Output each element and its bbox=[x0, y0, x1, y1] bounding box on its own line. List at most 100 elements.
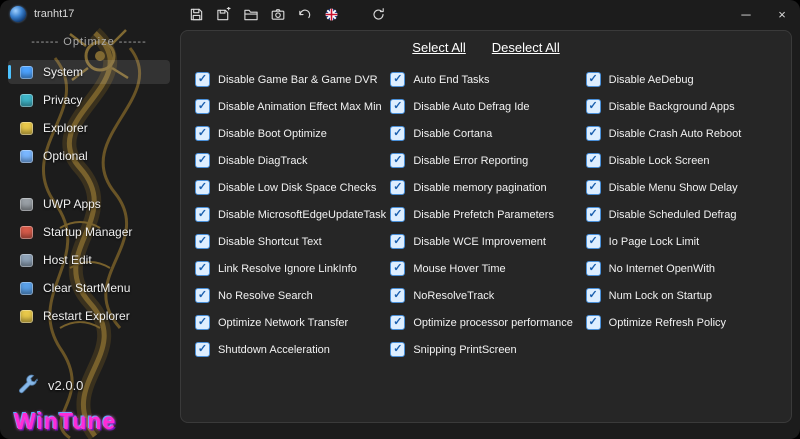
checkbox-checked[interactable]: ✓ bbox=[585, 99, 601, 114]
refresh-button[interactable] bbox=[365, 0, 392, 28]
checkbox-column-2: ✓ Auto End Tasks ✓ Disable Auto Defrag Ide ✓… bbox=[390, 72, 585, 357]
checkbox-label: No Resolve Search bbox=[218, 289, 313, 302]
checkbox-item[interactable]: ✓ Disable MicrosoftEdgeUpdateTask bbox=[195, 207, 390, 222]
deselect-all-link[interactable]: Deselect All bbox=[492, 40, 560, 55]
checkbox-checked[interactable]: ✓ bbox=[585, 180, 601, 195]
checkbox-item[interactable]: ✓ Io Page Lock Limit bbox=[585, 234, 781, 249]
sidebar-item-restart-explorer[interactable]: Restart Explorer bbox=[8, 304, 170, 328]
checkbox-checked[interactable]: ✓ bbox=[390, 288, 406, 303]
checkbox-label: Optimize Network Transfer bbox=[218, 316, 349, 329]
checkbox-item[interactable]: ✓ Disable Crash Auto Reboot bbox=[585, 126, 781, 141]
checkbox-checked[interactable]: ✓ bbox=[195, 342, 210, 357]
close-button[interactable]: × bbox=[764, 0, 800, 28]
checkbox-checked[interactable]: ✓ bbox=[390, 180, 406, 195]
checkbox-checked[interactable]: ✓ bbox=[195, 288, 210, 303]
window-controls: ─ × bbox=[728, 0, 800, 28]
system-monitor-icon bbox=[20, 65, 33, 79]
sidebar-item-label: Explorer bbox=[43, 121, 88, 135]
checkbox-item[interactable]: ✓ Disable Auto Defrag Ide bbox=[390, 99, 585, 114]
user-avatar bbox=[10, 6, 26, 22]
checkbox-item[interactable]: ✓ Disable DiagTrack bbox=[195, 153, 390, 168]
checkbox-checked[interactable]: ✓ bbox=[585, 261, 601, 276]
checkbox-checked[interactable]: ✓ bbox=[195, 72, 210, 87]
checkbox-checked[interactable]: ✓ bbox=[585, 288, 601, 303]
checkbox-checked[interactable]: ✓ bbox=[585, 207, 601, 222]
checkbox-checked[interactable]: ✓ bbox=[390, 153, 406, 168]
checkbox-item[interactable]: ✓ Disable Boot Optimize bbox=[195, 126, 390, 141]
checkbox-item[interactable]: ✓ No Resolve Search bbox=[195, 288, 390, 303]
checkbox-checked[interactable]: ✓ bbox=[195, 99, 210, 114]
checkbox-checked[interactable]: ✓ bbox=[585, 234, 601, 249]
select-all-link[interactable]: Select All bbox=[412, 40, 465, 55]
checkbox-checked[interactable]: ✓ bbox=[195, 261, 210, 276]
checkbox-checked[interactable]: ✓ bbox=[390, 72, 406, 87]
checkbox-item[interactable]: ✓ Disable Lock Screen bbox=[585, 153, 781, 168]
save-as-icon bbox=[216, 6, 231, 22]
save-as-button[interactable] bbox=[210, 0, 237, 28]
sidebar-item-uwp-apps[interactable]: UWP Apps bbox=[8, 192, 170, 216]
checkbox-item[interactable]: ✓ Disable Prefetch Parameters bbox=[390, 207, 585, 222]
checkbox-checked[interactable]: ✓ bbox=[195, 315, 210, 330]
checkbox-checked[interactable]: ✓ bbox=[390, 261, 406, 276]
checkbox-item[interactable]: ✓ Disable Game Bar & Game DVR bbox=[195, 72, 390, 87]
checkbox-item[interactable]: ✓ Mouse Hover Time bbox=[390, 261, 585, 276]
sidebar-item-host-edit[interactable]: Host Edit bbox=[8, 248, 170, 272]
checkbox-item[interactable]: ✓ NoResolveTrack bbox=[390, 288, 585, 303]
sidebar-item-optional[interactable]: Optional bbox=[8, 144, 170, 168]
main-panel: Select All Deselect All ✓ Disable Game Ba… bbox=[180, 30, 792, 423]
sidebar-item-startup-manager[interactable]: Startup Manager bbox=[8, 220, 170, 244]
checkbox-checked[interactable]: ✓ bbox=[390, 207, 406, 222]
checkbox-item[interactable]: ✓ Auto End Tasks bbox=[390, 72, 585, 87]
checkbox-item[interactable]: ✓ Disable Shortcut Text bbox=[195, 234, 390, 249]
checkbox-item[interactable]: ✓ Optimize Refresh Policy bbox=[585, 315, 781, 330]
checkbox-item[interactable]: ✓ Disable Cortana bbox=[390, 126, 585, 141]
checkbox-item[interactable]: ✓ Disable Scheduled Defrag bbox=[585, 207, 781, 222]
checkbox-item[interactable]: ✓ Optimize processor performance bbox=[390, 315, 585, 330]
checkbox-checked[interactable]: ✓ bbox=[585, 153, 601, 168]
undo-button[interactable] bbox=[291, 0, 318, 28]
sidebar-item-system[interactable]: System bbox=[8, 60, 170, 84]
sidebar-item-label: Startup Manager bbox=[43, 225, 133, 239]
sidebar-item-privacy[interactable]: Privacy bbox=[8, 88, 170, 112]
checkbox-checked[interactable]: ✓ bbox=[195, 207, 210, 222]
checkbox-item[interactable]: ✓ Num Lock on Startup bbox=[585, 288, 781, 303]
checkbox-item[interactable]: ✓ Disable AeDebug bbox=[585, 72, 781, 87]
checkbox-label: Disable Crash Auto Reboot bbox=[608, 127, 742, 140]
open-folder-icon bbox=[243, 7, 259, 22]
sidebar-item-clear-startmenu[interactable]: Clear StartMenu bbox=[8, 276, 170, 300]
checkbox-checked[interactable]: ✓ bbox=[585, 126, 601, 141]
host-edit-icon bbox=[20, 253, 33, 267]
checkbox-checked[interactable]: ✓ bbox=[585, 315, 601, 330]
checkbox-checked[interactable]: ✓ bbox=[195, 153, 210, 168]
checkbox-item[interactable]: ✓ Snipping PrintScreen bbox=[390, 342, 585, 357]
save-button[interactable] bbox=[183, 0, 210, 28]
checkbox-checked[interactable]: ✓ bbox=[390, 126, 406, 141]
checkbox-checked[interactable]: ✓ bbox=[390, 234, 406, 249]
checkbox-item[interactable]: ✓ Disable memory pagination bbox=[390, 180, 585, 195]
checkbox-item[interactable]: ✓ Optimize Network Transfer bbox=[195, 315, 390, 330]
checkbox-checked[interactable]: ✓ bbox=[195, 234, 210, 249]
checkbox-item[interactable]: ✓ Disable Error Reporting bbox=[390, 153, 585, 168]
checkbox-checked[interactable]: ✓ bbox=[195, 126, 210, 141]
sidebar-item-explorer[interactable]: Explorer bbox=[8, 116, 170, 140]
language-flag-button[interactable] bbox=[318, 0, 345, 28]
minimize-button[interactable]: ─ bbox=[728, 0, 764, 28]
checkbox-item[interactable]: ✓ No Internet OpenWith bbox=[585, 261, 781, 276]
checkbox-item[interactable]: ✓ Disable Background Apps bbox=[585, 99, 781, 114]
checkbox-item[interactable]: ✓ Disable Low Disk Space Checks bbox=[195, 180, 390, 195]
toolbar bbox=[183, 0, 392, 28]
checkbox-item[interactable]: ✓ Link Resolve Ignore LinkInfo bbox=[195, 261, 390, 276]
checkbox-checked[interactable]: ✓ bbox=[585, 72, 601, 87]
checkbox-item[interactable]: ✓ Disable WCE Improvement bbox=[390, 234, 585, 249]
checkbox-item[interactable]: ✓ Disable Animation Effect Max Min bbox=[195, 99, 390, 114]
checkbox-checked[interactable]: ✓ bbox=[390, 99, 406, 114]
open-folder-button[interactable] bbox=[237, 0, 264, 28]
checkbox-item[interactable]: ✓ Disable Menu Show Delay bbox=[585, 180, 781, 195]
checkbox-checked[interactable]: ✓ bbox=[390, 315, 406, 330]
checkbox-checked[interactable]: ✓ bbox=[390, 342, 406, 357]
checkbox-checked[interactable]: ✓ bbox=[195, 180, 210, 195]
screenshot-button[interactable] bbox=[264, 0, 291, 28]
checkbox-label: Disable Background Apps bbox=[608, 100, 735, 113]
username-label: tranht17 bbox=[34, 8, 75, 20]
checkbox-item[interactable]: ✓ Shutdown Acceleration bbox=[195, 342, 390, 357]
